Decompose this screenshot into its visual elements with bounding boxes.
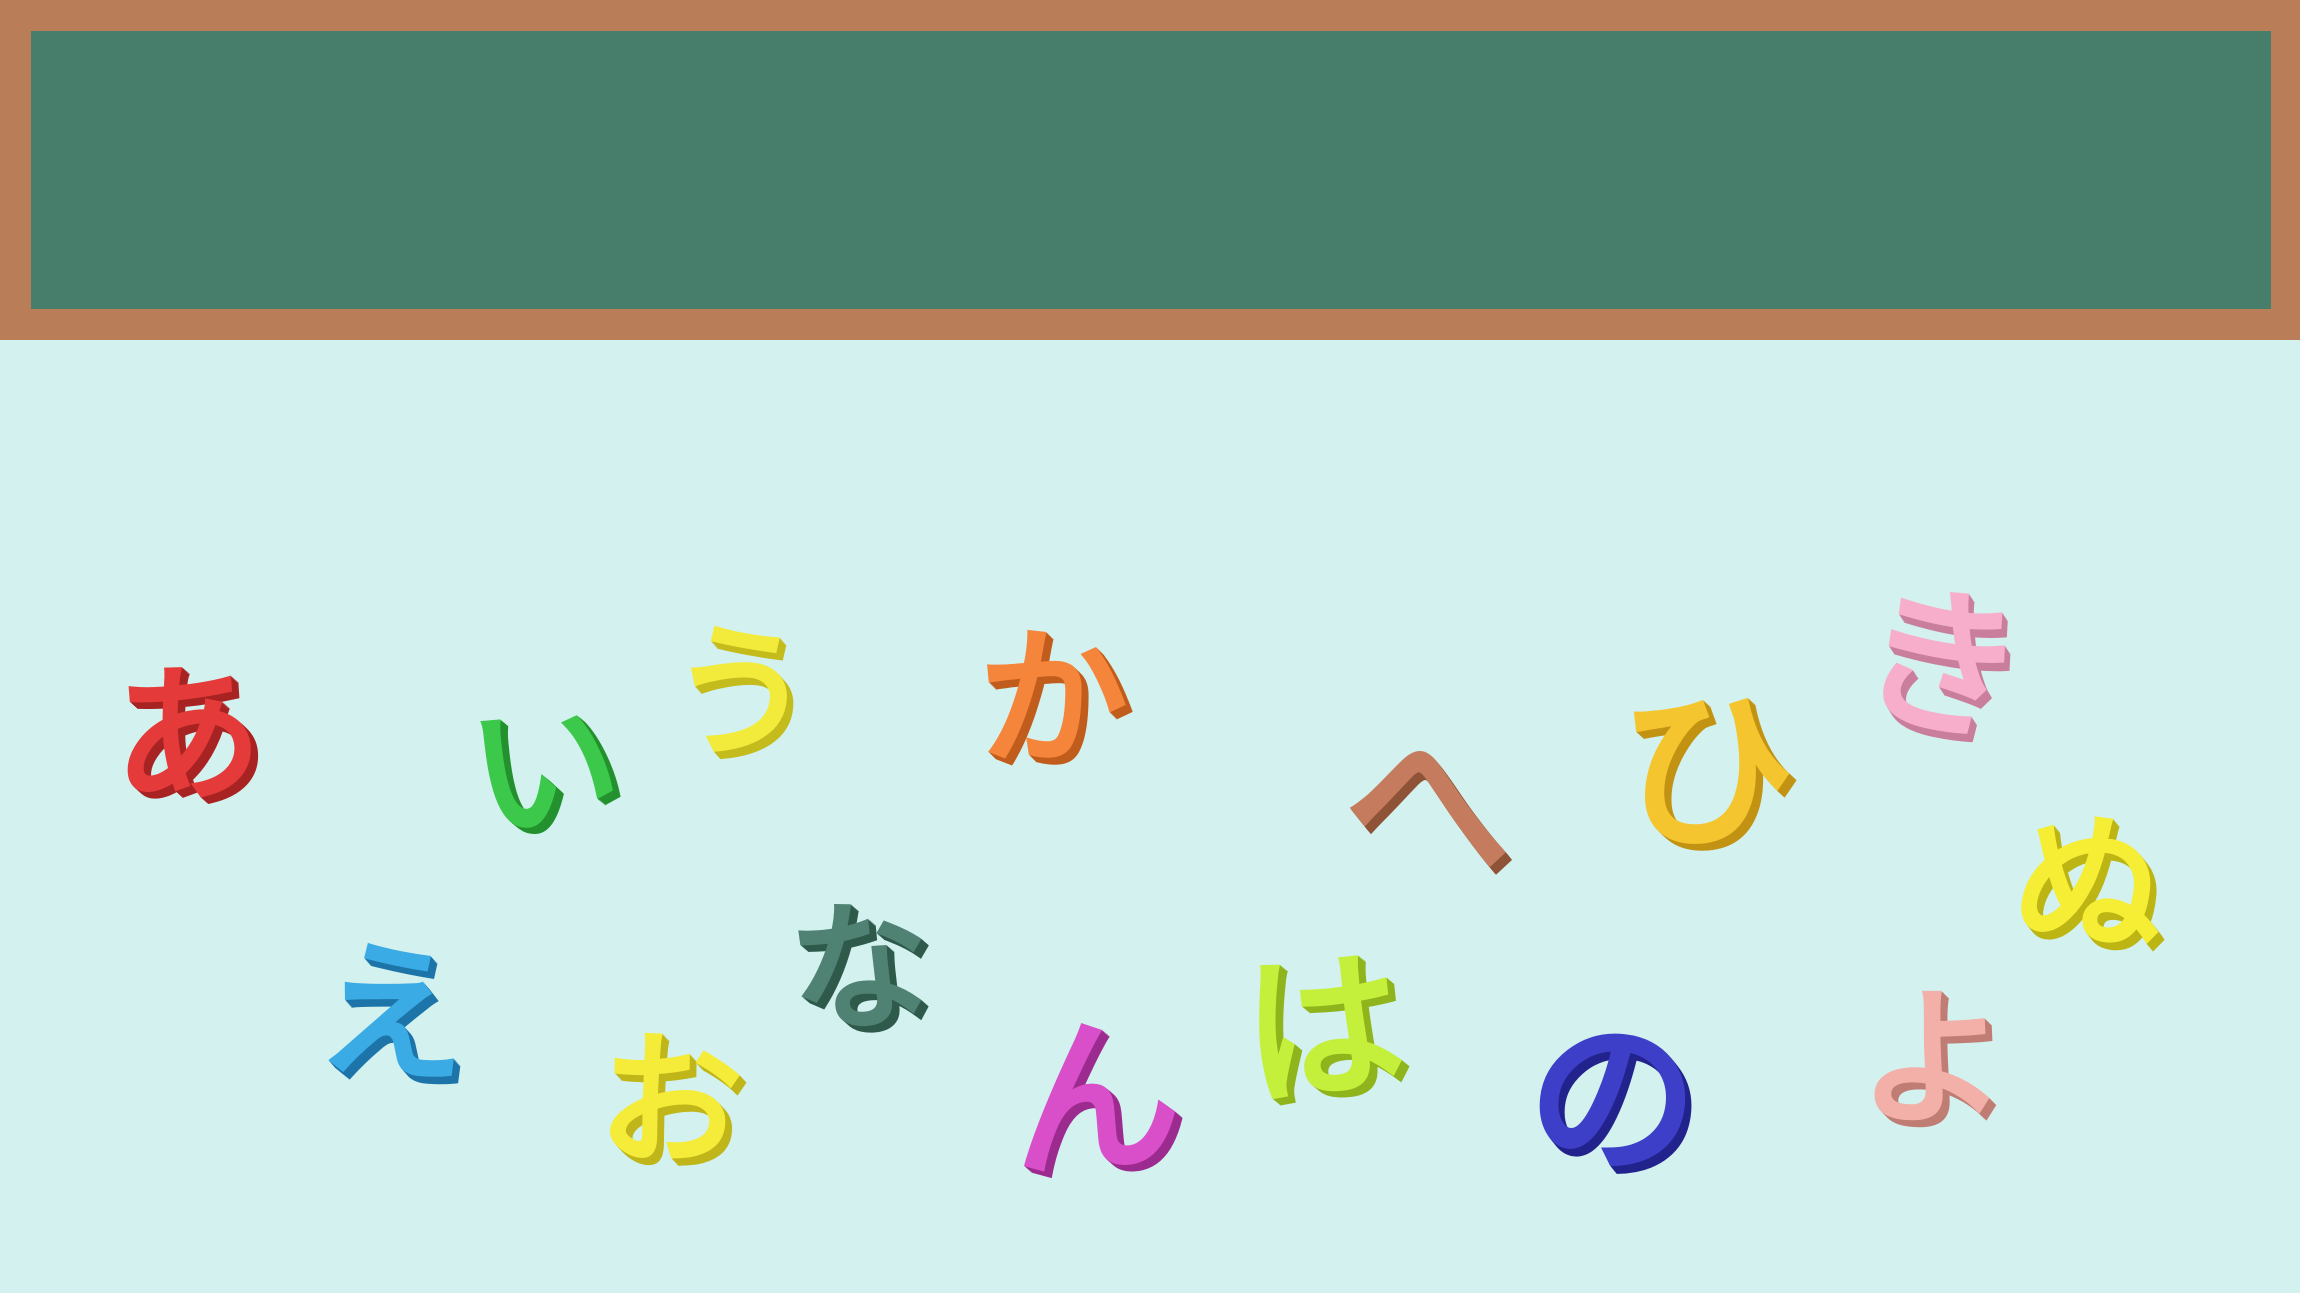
letter-ki[interactable]: き xyxy=(1844,556,2039,772)
letter-ha[interactable]: は xyxy=(1234,928,1413,1131)
letter-i[interactable]: い xyxy=(461,677,628,866)
letter-yo[interactable]: よ xyxy=(1858,985,2008,1135)
letter-he[interactable]: へ xyxy=(1335,698,1525,913)
letter-ka[interactable]: か xyxy=(978,625,1128,775)
letter-nu[interactable]: ぬ xyxy=(2006,791,2173,980)
blackboard-frame xyxy=(0,0,2300,340)
letters-area: あ い う か へ ひ き ぬ え お な ん は の よ xyxy=(0,340,2300,1293)
letter-a[interactable]: あ xyxy=(108,646,267,828)
letter-na[interactable]: な xyxy=(784,883,935,1055)
letter-n[interactable]: ん xyxy=(1003,995,1186,1204)
letter-e[interactable]: え xyxy=(312,923,474,1107)
letter-o[interactable]: お xyxy=(595,1016,746,1190)
letter-u[interactable]: う xyxy=(662,605,818,784)
blackboard-surface xyxy=(31,31,2271,309)
letter-no[interactable]: の xyxy=(1518,993,1708,1208)
letter-hi[interactable]: ひ xyxy=(1617,668,1799,877)
